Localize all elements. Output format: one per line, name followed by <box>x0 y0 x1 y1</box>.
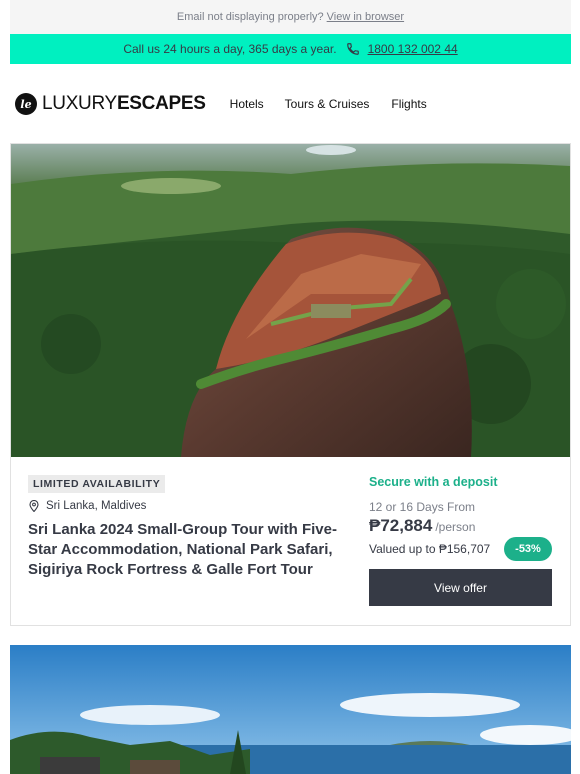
offer-details: LIMITED AVAILABILITY Sri Lanka, Maldives… <box>11 457 570 625</box>
offer-hero-image[interactable] <box>11 144 570 457</box>
discount-badge: -53% <box>504 537 552 561</box>
location-text: Sri Lanka, Maldives <box>46 500 147 512</box>
call-us-text: Call us 24 hours a day, 365 days a year. <box>123 42 337 56</box>
email-header: le LUXURYESCAPES Hotels Tours & Cruises … <box>10 64 571 144</box>
view-in-browser-link[interactable]: View in browser <box>327 11 404 23</box>
view-offer-button[interactable]: View offer <box>369 569 552 606</box>
location-pin-icon <box>29 500 39 512</box>
email-notice-text: Email not displaying properly? <box>176 11 324 23</box>
call-us-bar: Call us 24 hours a day, 365 days a year.… <box>10 34 571 64</box>
price-unit: /person <box>435 520 476 534</box>
phone-icon <box>346 42 360 56</box>
next-offer-image[interactable] <box>10 645 571 774</box>
phone-number-link[interactable]: 1800 132 002 44 <box>368 42 458 56</box>
view-in-browser-bar: Email not displaying properly? View in b… <box>10 0 571 34</box>
valued-up-to: Valued up to ₱156,707 <box>369 542 491 556</box>
nav-flights[interactable]: Flights <box>391 97 426 111</box>
offer-duration: 12 or 16 Days From <box>369 500 476 514</box>
offer-location: Sri Lanka, Maldives <box>29 500 146 512</box>
logo-mark: le <box>15 93 37 115</box>
offer-title[interactable]: Sri Lanka 2024 Small-Group Tour with Fiv… <box>28 520 358 580</box>
offer-price: ₱72,884/person <box>369 516 476 535</box>
logo-text: LUXURYESCAPES <box>42 93 206 114</box>
main-nav: Hotels Tours & Cruises Flights <box>230 97 448 111</box>
offer-card: LIMITED AVAILABILITY Sri Lanka, Maldives… <box>10 143 571 626</box>
limited-availability-badge: LIMITED AVAILABILITY <box>28 475 166 493</box>
luxury-escapes-logo[interactable]: le LUXURYESCAPES <box>15 93 206 115</box>
nav-hotels[interactable]: Hotels <box>230 97 264 111</box>
deposit-note: Secure with a deposit <box>369 475 498 489</box>
nav-tours-cruises[interactable]: Tours & Cruises <box>285 97 370 111</box>
